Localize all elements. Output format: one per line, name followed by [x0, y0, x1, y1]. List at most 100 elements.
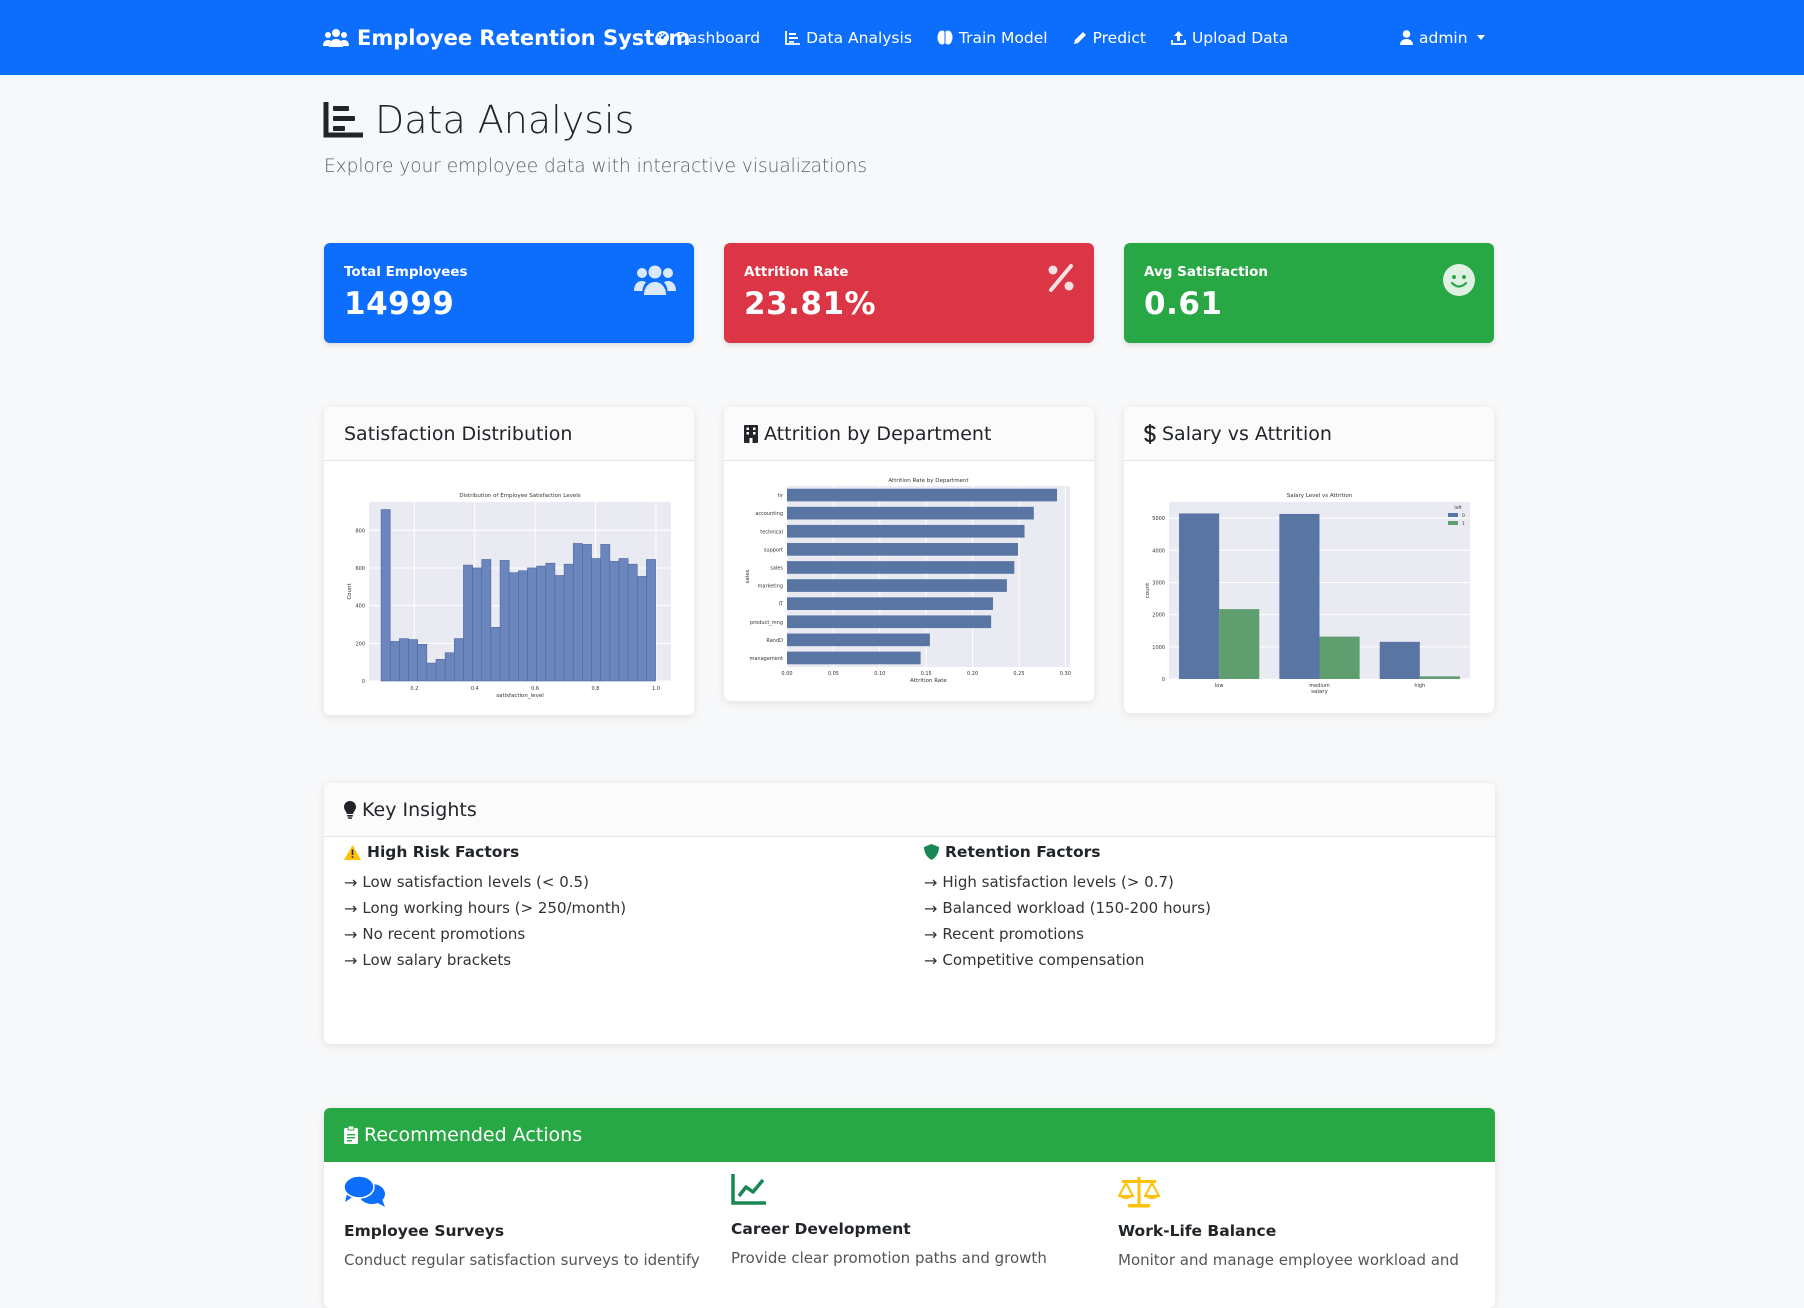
- stat-card-avg-satisfaction: Avg Satisfaction 0.61: [1124, 243, 1494, 343]
- page-title: Data Analysis: [323, 98, 634, 142]
- histogram-bar: [518, 570, 528, 682]
- histogram-bar: [463, 564, 473, 682]
- stat-label: Avg Satisfaction: [1144, 264, 1269, 280]
- y-tick-label: support: [764, 547, 783, 553]
- chart-title: Salary Level vs Attrition: [1287, 493, 1353, 499]
- histogram-bar: [646, 559, 656, 682]
- users-icon: [634, 265, 676, 295]
- histogram-bar: [527, 567, 537, 682]
- user-icon: [1400, 30, 1413, 45]
- user-dropdown[interactable]: admin: [1400, 0, 1485, 75]
- risk-factors-heading: High Risk Factors: [344, 843, 626, 861]
- y-tick-label: IT: [778, 602, 783, 608]
- arrow-right-icon: →: [924, 872, 938, 892]
- nav-upload-data[interactable]: Upload Data: [1171, 29, 1288, 47]
- list-item: → No recent promotions: [344, 921, 626, 947]
- page-subtitle: Explore your employee data with interact…: [324, 156, 868, 177]
- shield-icon: [924, 844, 939, 860]
- y-tick-label: technical: [760, 529, 783, 535]
- department-bar: [787, 561, 1015, 574]
- nav-dashboard-label: Dashboard: [676, 28, 761, 47]
- brain-icon: [937, 30, 953, 45]
- stat-label: Attrition Rate: [744, 264, 849, 280]
- risk-factors-title: High Risk Factors: [367, 843, 520, 861]
- histogram-bar: [389, 641, 400, 682]
- histogram-bar: [444, 652, 455, 682]
- chart-line-icon: [731, 1174, 766, 1205]
- x-tick-label: 0.00: [781, 671, 792, 677]
- list-item-text: Balanced workload (150-200 hours): [942, 899, 1211, 917]
- x-axis-label: salary: [1311, 689, 1328, 695]
- card-header: Recommended Actions: [324, 1108, 1495, 1162]
- nav-data-analysis[interactable]: Data Analysis: [785, 29, 912, 47]
- y-tick-label: 2000: [1152, 613, 1165, 619]
- nav-predict[interactable]: Predict: [1073, 29, 1146, 47]
- brand-link[interactable]: Employee Retention System: [323, 0, 690, 75]
- users-icon: [323, 28, 349, 47]
- histogram-bar: [435, 659, 446, 682]
- y-tick-label: 4000: [1152, 548, 1165, 554]
- x-tick-label: 0.25: [1013, 671, 1024, 677]
- recommended-actions-card: Recommended Actions Employee Surveys Con…: [324, 1108, 1495, 1308]
- histogram-bar: [426, 662, 437, 682]
- x-tick-label: 1.0: [652, 686, 660, 692]
- x-tick-label: 0.05: [828, 671, 839, 677]
- stat-card-attrition-rate: Attrition Rate 23.81%: [724, 243, 1094, 343]
- stat-value: 14999: [344, 286, 455, 322]
- nav-train-model[interactable]: Train Model: [937, 29, 1048, 47]
- x-axis-label: satisfaction_level: [496, 693, 544, 699]
- upload-icon: [1171, 31, 1186, 45]
- salary-attrition-card: Salary vs Attrition 0 1000 2000 3000 4000 500…: [1124, 407, 1494, 713]
- arrow-right-icon: →: [344, 950, 358, 970]
- histogram-bar: [508, 572, 519, 682]
- legend-title: left: [1454, 505, 1462, 511]
- nav-menu: Dashboard Data Analysis Train Model Pred…: [655, 0, 1313, 75]
- x-tick-label: 0.20: [967, 671, 978, 677]
- salary-bar: [1419, 676, 1460, 679]
- comments-icon: [343, 1175, 385, 1207]
- y-tick-label: sales: [770, 565, 783, 571]
- histogram-bar: [591, 558, 601, 682]
- stat-card-total-employees: Total Employees 14999: [324, 243, 694, 343]
- y-tick-label: 400: [355, 604, 365, 610]
- page-title-text: Data Analysis: [375, 98, 635, 142]
- chart-icon: [785, 30, 801, 45]
- y-tick-label: 200: [355, 641, 365, 647]
- recommendation-title: Work-Life Balance: [1118, 1222, 1277, 1240]
- chart-title: Distribution of Employee Satisfaction Le…: [459, 493, 580, 499]
- satisfaction-distribution-card: Satisfaction Distribution 0 200 400 600 800 0…: [324, 407, 694, 715]
- list-item: → Low salary brackets: [344, 947, 626, 973]
- nav-dashboard[interactable]: Dashboard: [655, 29, 760, 47]
- y-tick-label: 1000: [1152, 645, 1165, 651]
- histogram-bar: [545, 562, 556, 682]
- brand-title: Employee Retention System: [357, 25, 691, 50]
- top-navbar: Employee Retention System Dashboard Data…: [0, 0, 1804, 75]
- arrow-right-icon: →: [924, 924, 938, 944]
- histogram-bar: [627, 563, 638, 682]
- percent-icon: [1048, 264, 1074, 292]
- tachometer-icon: [655, 30, 670, 45]
- satisfaction-histogram: 0 200 400 600 800 0.2 0.4 0.6 0.8 1.0 Distribution…: [347, 493, 671, 699]
- y-tick-label: RandD: [766, 638, 783, 644]
- list-item-text: Competitive compensation: [942, 951, 1145, 969]
- arrow-right-icon: →: [344, 872, 358, 892]
- histogram-bar: [499, 560, 510, 682]
- histogram-bar: [453, 638, 464, 682]
- recommendation-work-life-balance: Work-Life Balance Monitor and manage emp…: [1117, 1174, 1478, 1271]
- histogram-bar: [618, 558, 629, 682]
- card-title: Recommended Actions: [364, 1124, 583, 1146]
- list-item: → High satisfaction levels (> 0.7): [924, 869, 1211, 895]
- legend-label: 1: [1462, 521, 1465, 527]
- x-tick-label: high: [1414, 683, 1425, 689]
- histogram-bar: [408, 639, 418, 682]
- caret-down-icon: [1476, 35, 1485, 40]
- recommendation-desc: Provide clear promotion paths and growth: [731, 1249, 1047, 1267]
- legend-label: 0: [1462, 513, 1465, 519]
- x-axis-label: Attrition Rate: [910, 678, 947, 684]
- stat-value: 0.61: [1144, 286, 1223, 322]
- histogram-bar: [380, 509, 391, 682]
- list-item: → Competitive compensation: [924, 947, 1211, 973]
- list-item-text: No recent promotions: [362, 925, 526, 943]
- histogram-bar: [572, 543, 583, 682]
- recommendation-desc: Monitor and manage employee workload and: [1118, 1251, 1459, 1269]
